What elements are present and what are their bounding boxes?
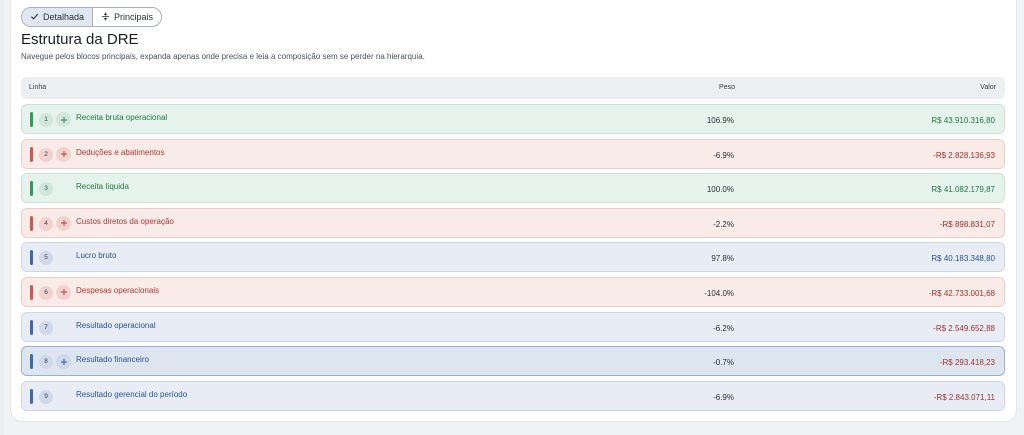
expand-button[interactable] [56, 146, 71, 162]
table-row[interactable]: 8 Resultado financeiro -0.7% -R$ 293.418… [21, 346, 1005, 377]
row-value: R$ 43.910.316,80 [931, 116, 995, 125]
table-row[interactable]: 4 Custos diretos da operação -2.2% -R$ 8… [21, 207, 1005, 238]
row-accent-bar [30, 215, 33, 231]
row-value: -R$ 293.418,23 [939, 358, 995, 368]
expand-button[interactable] [56, 112, 71, 127]
view-main-label: Principais [114, 12, 154, 22]
expand-button[interactable] [56, 354, 71, 370]
row-weight: 106.9% [706, 116, 734, 125]
row-label: Resultado gerencial do período [76, 389, 188, 399]
plus-icon [60, 151, 67, 158]
check-icon [30, 12, 39, 23]
plus-icon [60, 358, 67, 365]
row-weight: -6.2% [713, 323, 734, 333]
table-row[interactable]: 3 Receita líquida 100.0% R$ 41.082.179,8… [21, 173, 1005, 204]
row-weight: -0.7% [713, 358, 734, 368]
row-label: Despesas operacionais [76, 285, 160, 295]
view-toggle[interactable]: Detalhada Principais [21, 7, 163, 27]
left-edge [0, 0, 4, 435]
row-weight: -2.2% [713, 219, 734, 229]
row-label: Resultado operacional [76, 320, 156, 330]
table-header: Linha Peso Valor [21, 77, 1005, 99]
row-value: R$ 40.183.348,80 [931, 254, 995, 264]
table-row[interactable]: 6 Despesas operacionais -104.0% -R$ 42.7… [21, 276, 1005, 307]
column-header-line: Linha [29, 84, 47, 91]
column-header-weight: Peso [719, 84, 735, 91]
row-label: Custos diretos da operação [76, 216, 174, 226]
row-accent-bar [30, 112, 33, 127]
collapse-icon [101, 11, 110, 23]
row-accent-bar [30, 181, 33, 197]
row-label: Resultado financeiro [76, 355, 149, 365]
row-accent-bar [30, 146, 33, 162]
row-accent-bar [30, 250, 33, 266]
row-label: Receita bruta operacional [76, 113, 168, 122]
table-row[interactable]: 5 Lucro bruto 97.8% R$ 40.183.348,80 [21, 242, 1005, 273]
row-weight: 97.8% [711, 254, 734, 264]
view-detailed-label: Detalhada [43, 12, 85, 22]
table-row[interactable]: 1 Receita bruta operacional 106.9% R$ 43… [21, 104, 1005, 134]
row-label: Lucro bruto [76, 251, 117, 261]
row-accent-bar [30, 388, 33, 404]
row-value: -R$ 2.549.652,88 [933, 323, 995, 333]
row-weight: 100.0% [706, 185, 734, 195]
dre-table-body: 1 Receita bruta operacional 106.9% R$ 43… [21, 104, 1005, 415]
row-value: -R$ 42.733.001,68 [928, 288, 995, 298]
row-number-badge: 9 [39, 389, 53, 404]
table-row[interactable]: 9 Resultado gerencial do período -6.9% -… [21, 380, 1005, 411]
expand-button[interactable] [56, 284, 71, 300]
row-value: -R$ 2.828.136,93 [933, 150, 995, 160]
row-value: -R$ 2.843.071,11 [933, 392, 995, 402]
row-number-badge: 4 [39, 216, 53, 231]
row-number-badge: 7 [39, 320, 53, 335]
row-weight: -6.9% [713, 150, 734, 160]
table-row[interactable]: 7 Resultado operacional -6.2% -R$ 2.549.… [21, 311, 1005, 342]
view-main-button[interactable]: Principais [93, 8, 161, 26]
plus-icon [60, 220, 67, 227]
column-header-value: Valor [980, 84, 996, 91]
row-number-badge: 2 [39, 147, 53, 162]
page-subtitle: Navegue pelos blocos principais, expanda… [21, 52, 425, 61]
row-number-badge: 1 [39, 113, 53, 127]
plus-icon [60, 116, 67, 123]
expand-button[interactable] [56, 215, 71, 231]
row-number-badge: 8 [39, 355, 53, 370]
row-value: R$ 41.082.179,87 [931, 185, 995, 195]
row-weight: -104.0% [704, 288, 734, 298]
row-label: Receita líquida [76, 182, 129, 192]
view-detailed-button[interactable]: Detalhada [22, 8, 94, 26]
row-weight: -6.9% [713, 392, 734, 402]
row-label: Deduções e abatimentos [76, 147, 165, 157]
row-accent-bar [30, 284, 33, 300]
row-number-badge: 3 [39, 182, 53, 197]
row-accent-bar [30, 319, 33, 335]
plus-icon [60, 289, 67, 296]
row-accent-bar [30, 354, 33, 370]
row-number-badge: 5 [39, 251, 53, 266]
page-title: Estrutura da DRE [21, 31, 139, 48]
row-number-badge: 6 [39, 285, 53, 300]
row-value: -R$ 898.831,07 [939, 219, 995, 229]
table-row[interactable]: 2 Deduções e abatimentos -6.9% -R$ 2.828… [21, 138, 1005, 169]
